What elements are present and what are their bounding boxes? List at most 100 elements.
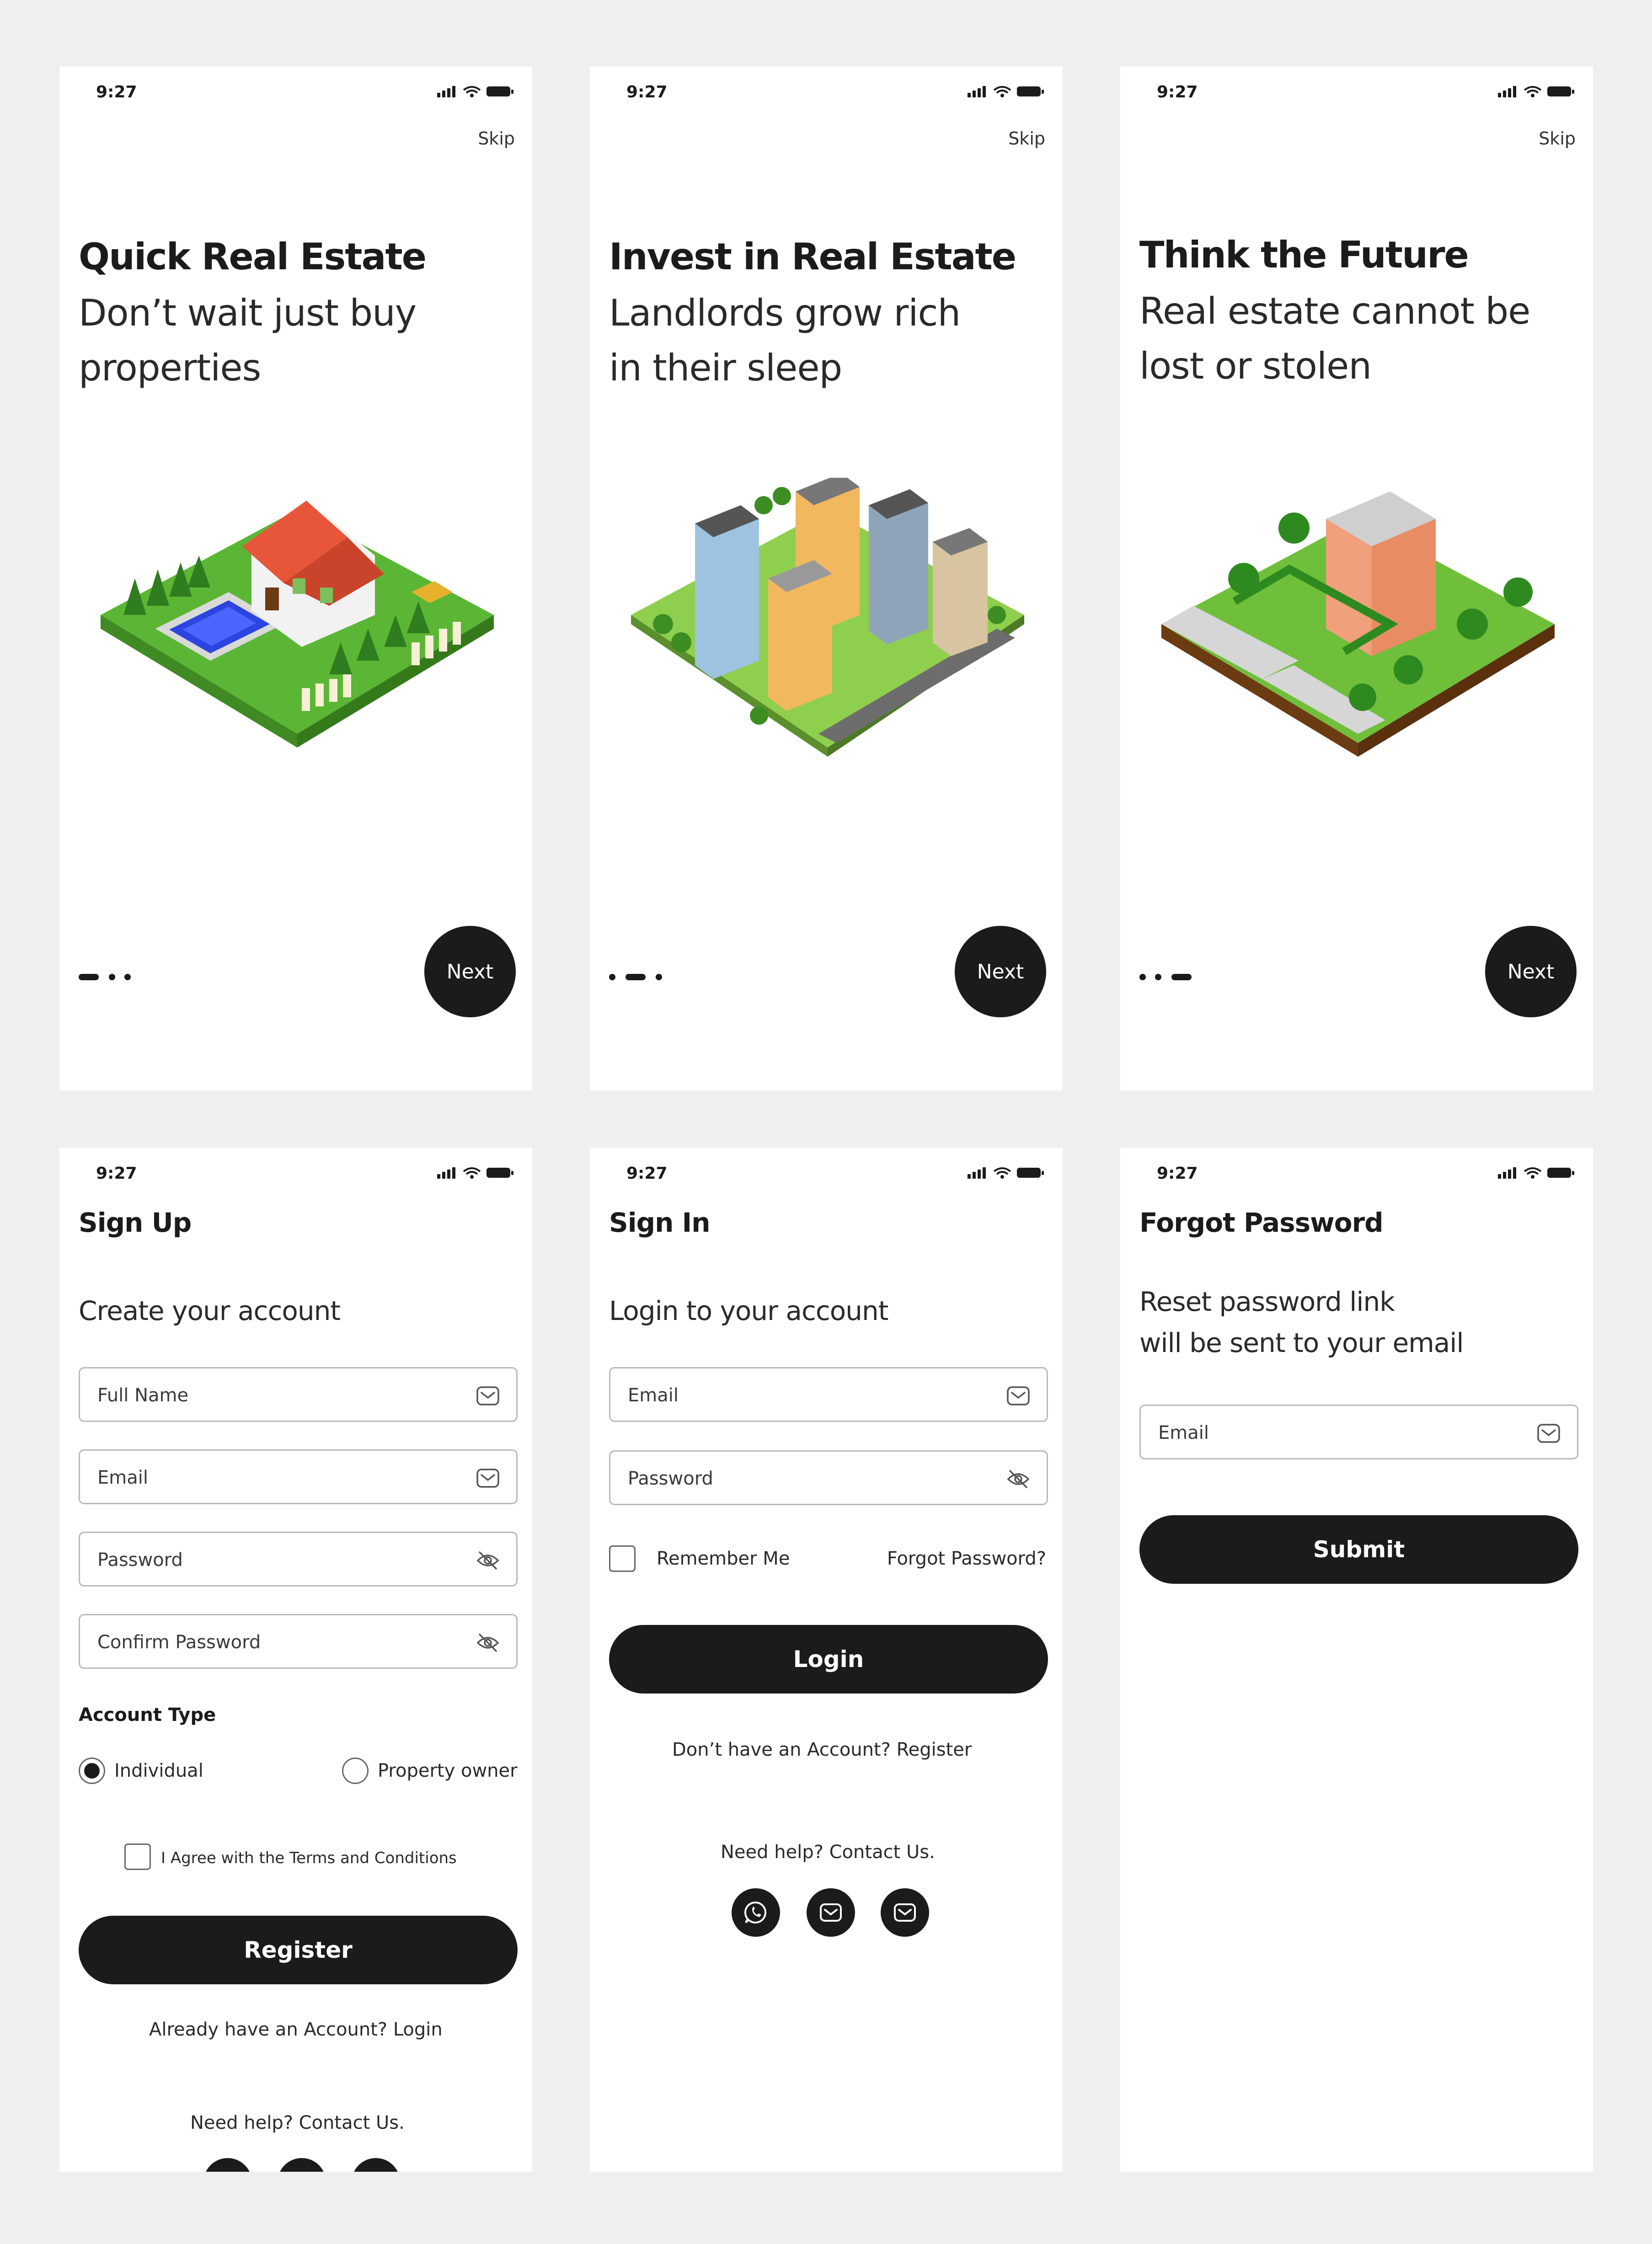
mail-icon [476, 1469, 499, 1488]
sign-up-screen: 9:27 Sign Up Create your account Full Na… [59, 1148, 532, 2172]
signal-wifi-battery-icon [1498, 85, 1575, 98]
login-link[interactable]: Already have an Account? Login [149, 2019, 443, 2040]
register-link[interactable]: Don’t have an Account? Register [672, 1739, 972, 1760]
eye-off-icon[interactable] [1006, 1468, 1030, 1490]
onboarding-screen-3: 9:27 Skip Think the Future Real estate c… [1120, 66, 1593, 1090]
page-indicator [79, 974, 152, 983]
terms-text[interactable]: I Agree with the Terms and Conditions [161, 1849, 457, 1867]
onboarding-subtitle: Real estate cannot be lost or stolen [1139, 284, 1551, 394]
eye-off-icon[interactable] [476, 1549, 500, 1571]
next-button[interactable]: Next [1485, 926, 1577, 1017]
skip-link[interactable]: Skip [1539, 128, 1576, 149]
field-placeholder: Email [1158, 1422, 1209, 1443]
remember-me-checkbox[interactable] [609, 1545, 636, 1572]
field-placeholder: Password [628, 1468, 713, 1489]
page-dot [609, 974, 615, 980]
subtitle-line: lost or stolen [1139, 345, 1372, 387]
onboarding-screen-1: 9:27 Skip Quick Real Estate Don’t wait j… [59, 66, 532, 1090]
signal-wifi-battery-icon [437, 85, 514, 98]
next-button[interactable]: Next [955, 926, 1046, 1017]
whatsapp-button[interactable] [732, 1888, 780, 1937]
field-placeholder: Email [628, 1385, 679, 1406]
status-bar: 9:27 [1120, 66, 1593, 121]
status-bar: 9:27 [59, 1148, 532, 1202]
whatsapp-button[interactable] [203, 2158, 252, 2172]
subtitle-line: properties [79, 347, 261, 389]
whatsapp-icon [744, 1901, 767, 1923]
onboarding-subtitle: Landlords grow rich in their sleep [609, 286, 1021, 395]
subtitle-line: Reset password link [1139, 1286, 1395, 1317]
eye-off-icon[interactable] [476, 1632, 500, 1654]
field-placeholder: Confirm Password [97, 1632, 261, 1653]
radio-label: Property owner [378, 1760, 518, 1781]
sign-in-screen: 9:27 Sign In Login to your account Email… [590, 1148, 1063, 2172]
password-field[interactable]: Password [609, 1450, 1048, 1505]
status-time: 9:27 [626, 83, 668, 102]
help-text: Need help? Contact Us. [721, 1842, 935, 1863]
page-dot-active [1171, 974, 1192, 980]
status-time: 9:27 [626, 1164, 668, 1183]
house-illustration [101, 501, 494, 748]
email-field[interactable]: Email [1139, 1405, 1578, 1459]
login-button[interactable]: Login [609, 1625, 1048, 1694]
subtitle-line: Real estate cannot be [1139, 290, 1530, 332]
city-buildings-illustration [631, 478, 1024, 757]
mail-icon [1537, 1424, 1560, 1443]
password-field[interactable]: Password [79, 1532, 518, 1587]
radio-label: Individual [114, 1760, 203, 1781]
signal-wifi-battery-icon [1498, 1166, 1575, 1180]
onboarding-screen-2: 9:27 Skip Invest in Real Estate Landlord… [590, 66, 1063, 1090]
help-text: Need help? Contact Us. [190, 2112, 405, 2133]
field-placeholder: Password [97, 1549, 183, 1571]
page-title: Sign In [609, 1207, 711, 1238]
page-title: Sign Up [79, 1207, 192, 1238]
radio-property-owner[interactable] [342, 1758, 369, 1784]
full-name-field[interactable]: Full Name [79, 1367, 518, 1422]
next-button[interactable]: Next [424, 926, 516, 1017]
page-indicator [1139, 974, 1213, 983]
radio-individual[interactable] [79, 1758, 105, 1784]
mail-button[interactable] [352, 2158, 400, 2172]
terms-checkbox[interactable] [124, 1843, 151, 1870]
register-button[interactable]: Register [79, 1916, 518, 1984]
page-subtitle: Create your account [79, 1295, 341, 1326]
page-dot [1155, 974, 1161, 980]
field-placeholder: Email [97, 1467, 148, 1488]
page-subtitle: Reset password link will be sent to your… [1139, 1281, 1464, 1363]
onboarding-title: Quick Real Estate [79, 235, 427, 278]
page-dot [1139, 974, 1146, 980]
submit-button[interactable]: Submit [1139, 1515, 1578, 1584]
forgot-password-screen: 9:27 Forgot Password Reset password link… [1120, 1148, 1593, 2172]
forgot-password-link[interactable]: Forgot Password? [887, 1548, 1046, 1569]
status-bar: 9:27 [59, 66, 532, 121]
status-time: 9:27 [96, 1164, 137, 1183]
remember-me-label[interactable]: Remember Me [657, 1548, 790, 1569]
mail-button[interactable] [807, 1888, 855, 1937]
mail-icon [1007, 1386, 1030, 1405]
email-field[interactable]: Email [609, 1367, 1048, 1422]
page-dot [109, 974, 115, 980]
page-dot [656, 974, 662, 980]
field-placeholder: Full Name [97, 1385, 189, 1406]
apartment-illustration [1161, 492, 1555, 757]
email-field[interactable]: Email [79, 1449, 518, 1504]
subtitle-line: Don’t wait just buy [79, 292, 417, 334]
status-bar: 9:27 [590, 1148, 1063, 1202]
page-dot [124, 974, 131, 980]
mail-button[interactable] [278, 2158, 326, 2172]
status-time: 9:27 [96, 83, 137, 102]
subtitle-line: in their sleep [609, 347, 842, 389]
page-subtitle: Login to your account [609, 1295, 888, 1326]
page-dot-active [626, 974, 646, 980]
page-title: Forgot Password [1139, 1207, 1384, 1238]
page-dot-active [79, 974, 99, 980]
mail-icon [820, 1903, 842, 1922]
confirm-password-field[interactable]: Confirm Password [79, 1614, 518, 1669]
skip-link[interactable]: Skip [1008, 128, 1045, 149]
mail-button[interactable] [881, 1888, 929, 1937]
status-time: 9:27 [1157, 83, 1198, 102]
page-indicator [609, 974, 682, 983]
skip-link[interactable]: Skip [478, 128, 515, 149]
signal-wifi-battery-icon [437, 1166, 514, 1180]
subtitle-line: Landlords grow rich [609, 292, 961, 334]
